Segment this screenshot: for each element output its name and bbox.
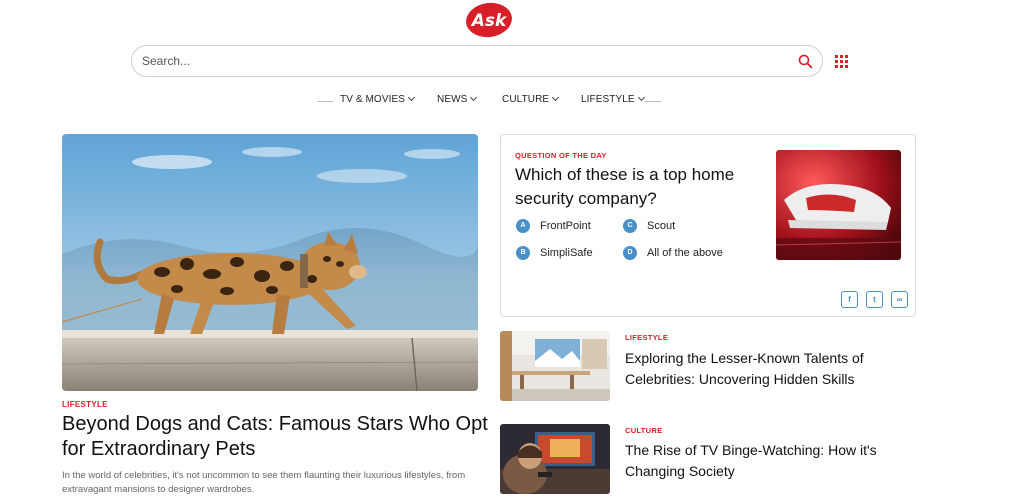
nav-label: LIFESTYLE <box>581 94 635 105</box>
nav-label: NEWS <box>437 94 468 105</box>
side-article-title[interactable]: The Rise of TV Binge-Watching: How it's … <box>625 440 905 482</box>
chevron-down-icon <box>637 93 645 102</box>
answer-letter: D <box>623 246 637 260</box>
search-bar[interactable] <box>131 45 823 77</box>
share-facebook-button[interactable]: f <box>841 291 858 308</box>
qotd-image <box>776 150 901 260</box>
answer-letter: C <box>623 219 637 233</box>
hero-description: In the world of celebrities, it's not un… <box>62 470 466 495</box>
nav-label: CULTURE <box>502 94 550 105</box>
side-article-category[interactable]: LIFESTYLE <box>625 333 668 342</box>
answer-text: Scout <box>647 220 676 232</box>
qotd-question: Which of these is a top home security co… <box>515 165 735 208</box>
main-nav: TV & MOVIES NEWS CULTURE LIFESTYLE <box>0 93 1024 108</box>
svg-text:Ask: Ask <box>470 11 508 31</box>
apps-grid-icon[interactable] <box>835 55 848 68</box>
side-article-title[interactable]: Exploring the Lesser-Known Talents of Ce… <box>625 348 905 390</box>
share-twitter-button[interactable]: t <box>866 291 883 308</box>
nav-item-news[interactable]: NEWS <box>437 93 478 105</box>
answer-text: FrontPoint <box>540 220 591 232</box>
answer-option-a[interactable]: A FrontPoint <box>516 219 591 233</box>
chevron-down-icon <box>470 93 478 102</box>
ask-logo[interactable]: Ask <box>465 2 513 38</box>
answer-option-b[interactable]: B SimpliSafe <box>516 246 593 260</box>
search-icon[interactable] <box>798 54 813 69</box>
answer-letter: B <box>516 246 530 260</box>
hero-title[interactable]: Beyond Dogs and Cats: Famous Stars Who O… <box>62 412 492 462</box>
chevron-down-icon <box>552 93 560 102</box>
share-link-button[interactable]: ∞ <box>891 291 908 308</box>
side-article-image[interactable] <box>500 331 610 401</box>
nav-item-lifestyle[interactable]: LIFESTYLE <box>581 93 645 105</box>
answer-option-c[interactable]: C Scout <box>623 219 675 233</box>
qotd-label: QUESTION OF THE DAY <box>515 151 607 160</box>
nav-divider <box>645 101 661 102</box>
hero-category[interactable]: LIFESTYLE <box>62 400 108 409</box>
answer-text: SimpliSafe <box>540 247 593 259</box>
nav-divider <box>317 101 333 102</box>
question-of-the-day-card: QUESTION OF THE DAY Which of these is a … <box>500 134 916 317</box>
nav-item-tv-movies[interactable]: TV & MOVIES <box>340 93 416 105</box>
hero-image[interactable] <box>62 134 478 391</box>
nav-label: TV & MOVIES <box>340 94 406 105</box>
answer-letter: A <box>516 219 530 233</box>
side-article-image[interactable] <box>500 424 610 494</box>
answer-text: All of the above <box>647 247 723 259</box>
search-input[interactable] <box>142 46 782 76</box>
side-article-category[interactable]: CULTURE <box>625 426 662 435</box>
chevron-down-icon <box>407 93 416 102</box>
answer-option-d[interactable]: D All of the above <box>623 246 723 260</box>
nav-item-culture[interactable]: CULTURE <box>502 93 560 105</box>
